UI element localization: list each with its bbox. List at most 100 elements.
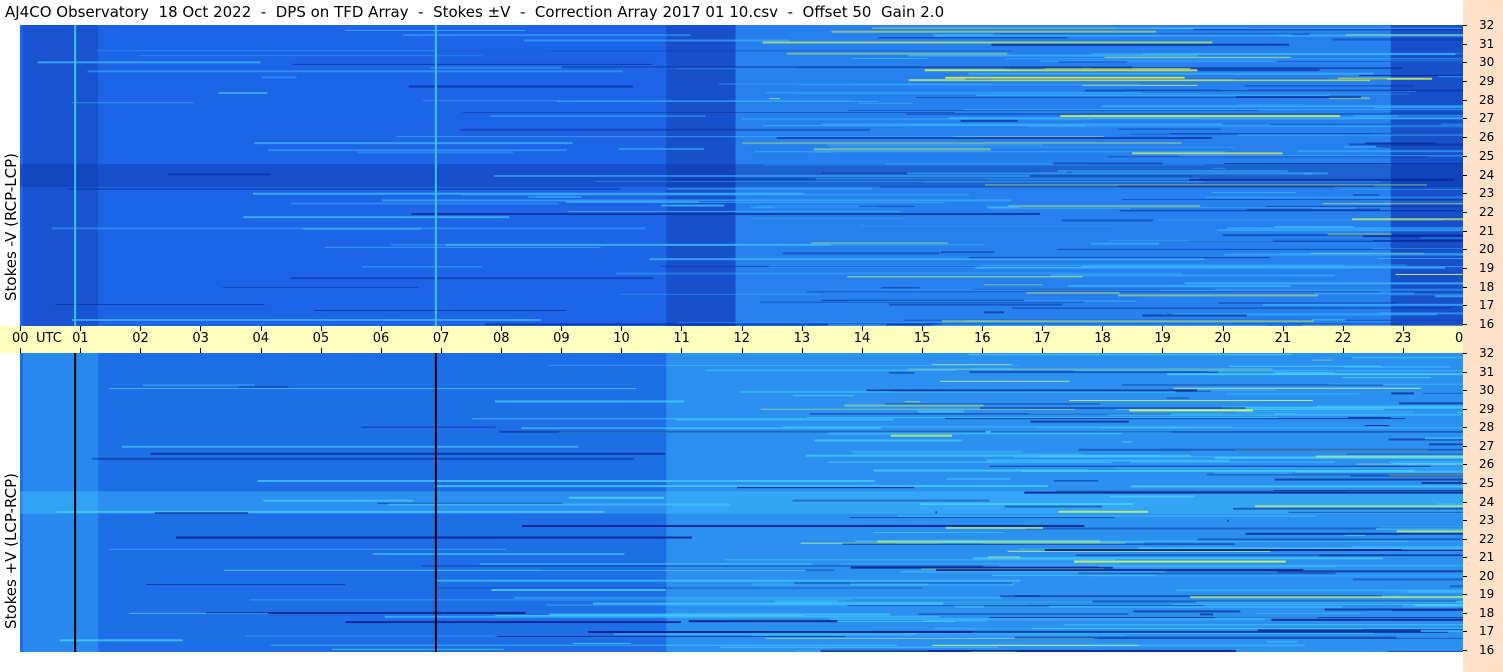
freq-tickmark xyxy=(1463,230,1467,232)
rfi-streak xyxy=(860,225,1114,227)
freq-tickmark xyxy=(1463,193,1467,195)
rfi-streak xyxy=(821,299,1025,301)
utc-tick-label: 09 xyxy=(553,331,570,346)
rfi-streak xyxy=(1004,505,1102,508)
rfi-streak xyxy=(1207,370,1287,372)
rfi-streak xyxy=(742,142,1182,145)
rfi-streak xyxy=(1069,400,1313,402)
rfi-streak xyxy=(1288,511,1463,513)
rfi-streak xyxy=(1101,105,1463,108)
rfi-streak xyxy=(1352,218,1463,221)
freq-tick-label: 24 xyxy=(1479,167,1495,182)
rfi-streak xyxy=(561,66,1133,69)
rfi-streak xyxy=(1027,125,1463,128)
rfi-streak xyxy=(975,94,1329,96)
rfi-streak xyxy=(435,579,1021,582)
rfi-streak xyxy=(940,251,995,254)
rfi-streak xyxy=(1382,591,1463,593)
rfi-streak xyxy=(969,371,1219,374)
freq-tickmark xyxy=(1463,445,1467,447)
rfi-streak xyxy=(524,39,790,42)
rfi-streak xyxy=(814,439,962,442)
rfi-streak xyxy=(1353,114,1463,117)
rfi-streak xyxy=(1118,294,1318,297)
rfi-streak xyxy=(1061,219,1154,222)
rfi-streak xyxy=(1266,640,1298,643)
rfi-streak xyxy=(87,70,623,73)
rfi-streak xyxy=(252,192,804,195)
rfi-streak xyxy=(858,102,913,104)
rfi-streak xyxy=(935,511,937,514)
freq-tickmark xyxy=(1463,557,1467,559)
rfi-streak xyxy=(218,91,268,94)
freq-tickmark xyxy=(1463,482,1467,484)
rfi-streak xyxy=(270,644,898,646)
spectrogram-frame: AJ4CO Observatory 18 Oct 2022 - DPS on T… xyxy=(0,0,1503,672)
freq-tick-label: 20 xyxy=(1479,242,1495,257)
freq-tickmark xyxy=(1463,575,1467,577)
rfi-streak xyxy=(1093,637,1463,639)
stokes-minus-v-spectrogram xyxy=(20,25,1463,326)
freq-tick-label: 20 xyxy=(1479,568,1495,583)
rfi-streak xyxy=(1393,463,1463,465)
rfi-streak xyxy=(881,287,920,289)
rfi-streak xyxy=(1190,596,1463,599)
rfi-streak xyxy=(1058,61,1128,63)
rfi-streak xyxy=(1237,411,1414,413)
utc-tick-label: 05 xyxy=(312,331,330,346)
rfi-streak xyxy=(1254,505,1463,508)
utc-tick-label: 08 xyxy=(493,331,510,346)
rfi-streak xyxy=(907,172,1328,175)
rfi-streak xyxy=(906,113,1463,115)
rfi-streak xyxy=(1117,185,1375,187)
top-panel-ylabel: Stokes -V (RCP-LCP) xyxy=(2,153,20,301)
utc-tick-label: 06 xyxy=(372,331,390,346)
rfi-streak xyxy=(919,503,1134,506)
rfi-streak xyxy=(985,184,1427,186)
rfi-streak xyxy=(68,188,620,190)
rfi-streak xyxy=(842,543,1235,545)
rfi-streak xyxy=(975,266,1446,269)
utc-tick-label: 22 xyxy=(1334,331,1352,346)
rfi-streak xyxy=(1014,456,1463,458)
rfi-streak xyxy=(1232,406,1463,409)
rfi-streak xyxy=(615,272,1182,275)
rfi-streak xyxy=(1389,460,1463,463)
rfi-streak xyxy=(1121,441,1133,443)
rfi-streak xyxy=(1435,295,1463,298)
utc-tick-label: 17 xyxy=(1034,331,1051,346)
rfi-streak xyxy=(986,459,1231,462)
rfi-streak xyxy=(291,202,559,205)
rfi-streak xyxy=(1078,448,1463,451)
rfi-streak xyxy=(934,628,1363,630)
rfi-streak xyxy=(1058,510,1148,513)
rfi-streak xyxy=(1115,27,1251,29)
rfi-streak xyxy=(885,403,1101,405)
rfi-streak xyxy=(1170,413,1298,415)
rfi-streak xyxy=(1396,530,1463,533)
rfi-streak xyxy=(792,499,990,502)
rfi-streak xyxy=(764,164,1205,166)
utc-tick-label: 23 xyxy=(1394,331,1412,346)
rfi-streak xyxy=(568,210,901,212)
rfi-streak xyxy=(941,320,1314,323)
rfi-streak xyxy=(917,410,965,413)
rfi-streak xyxy=(688,620,838,623)
freq-tick-label: 28 xyxy=(1479,92,1495,107)
rfi-streak xyxy=(1170,133,1463,135)
rfi-streak xyxy=(676,418,893,421)
rfi-streak xyxy=(983,284,1043,286)
rfi-streak xyxy=(848,110,1259,112)
vertical-event-line xyxy=(74,353,77,652)
rfi-streak xyxy=(1084,89,1463,92)
rfi-streak xyxy=(1121,384,1384,386)
rfi-streak xyxy=(936,569,1304,572)
rfi-streak xyxy=(1377,258,1463,260)
utc-tick-label: 16 xyxy=(974,331,991,346)
rfi-streak xyxy=(384,615,940,618)
rfi-streak xyxy=(245,635,496,637)
freq-tick-label: 23 xyxy=(1479,186,1495,201)
rfi-streak xyxy=(1398,402,1463,405)
rfi-streak xyxy=(434,485,1049,488)
vertical-event-line xyxy=(74,25,77,326)
